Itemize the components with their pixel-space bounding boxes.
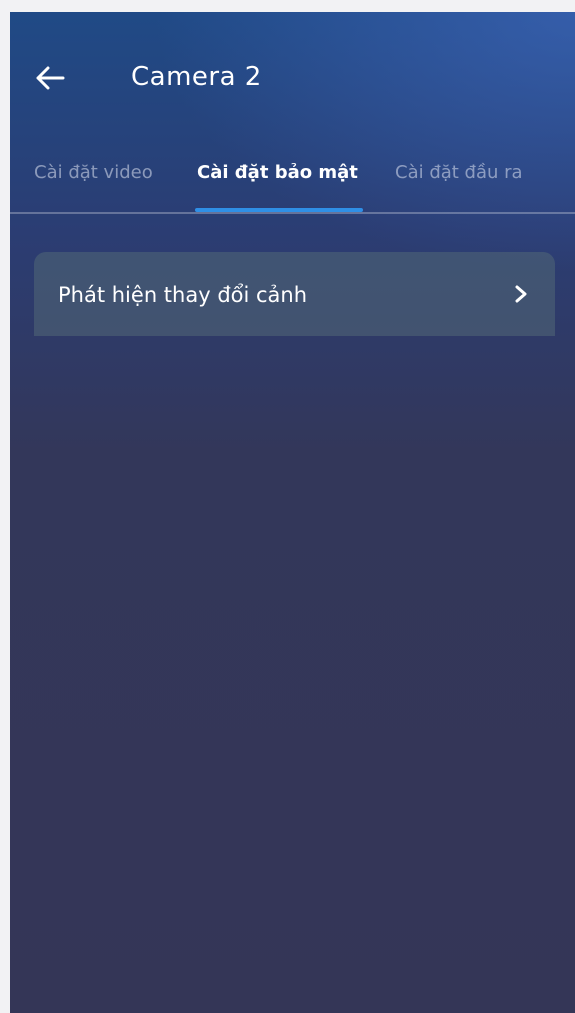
arrow-left-icon — [36, 66, 65, 90]
tab-security-settings[interactable]: Cài đặt bảo mật — [197, 160, 358, 186]
app-bar: Camera 2 — [10, 12, 575, 142]
scene-change-detection-label: Phát hiện thay đổi cảnh — [58, 283, 308, 307]
back-button[interactable] — [28, 56, 72, 100]
camera-settings-screen: Camera 2 Cài đặt video Cài đặt bảo mật C… — [10, 12, 575, 1013]
chevron-right-icon — [515, 285, 527, 303]
tab-output-settings[interactable]: Cài đặt đầu ra — [395, 160, 523, 186]
page-title: Camera 2 — [131, 62, 262, 92]
tab-bar: Cài đặt video Cài đặt bảo mật Cài đặt đầ… — [10, 142, 575, 214]
scene-change-detection-item[interactable]: Phát hiện thay đổi cảnh — [34, 252, 555, 336]
active-tab-indicator — [195, 208, 363, 212]
tab-video-settings[interactable]: Cài đặt video — [34, 160, 153, 186]
